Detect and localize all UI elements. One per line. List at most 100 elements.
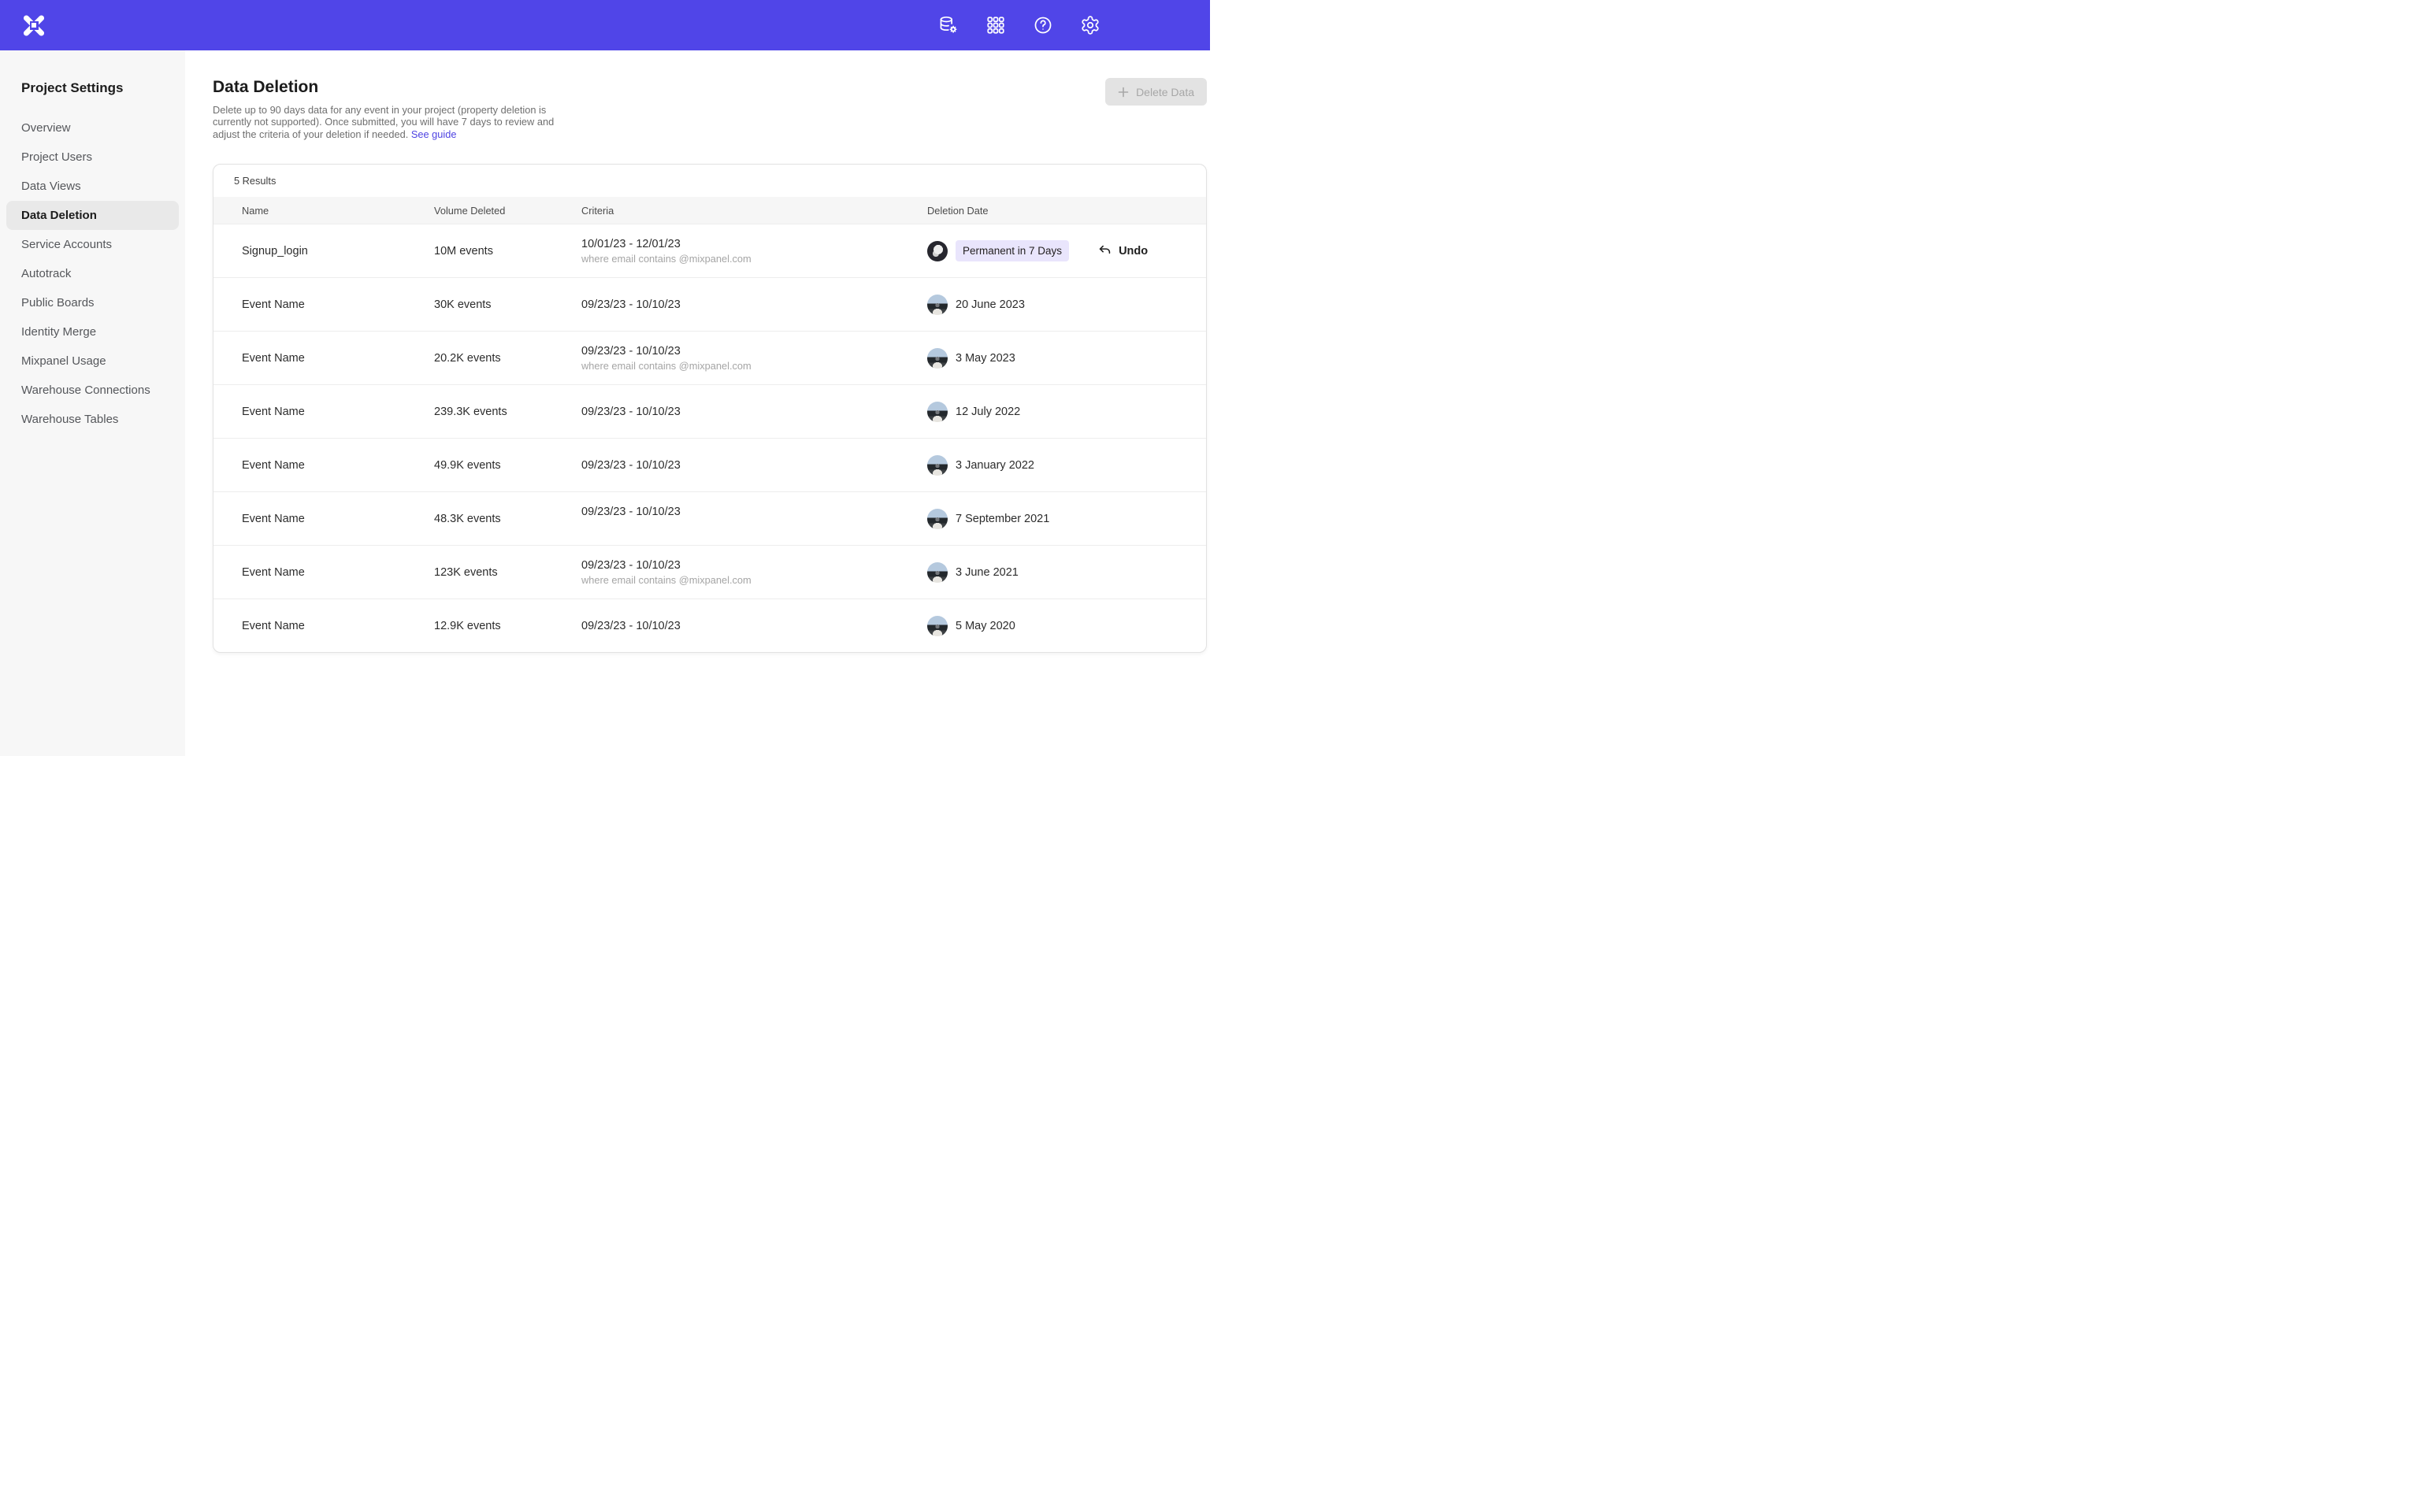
deletion-date-cell: 7 September 2021 bbox=[927, 509, 1206, 529]
criteria-range: 09/23/23 - 10/10/23 bbox=[581, 506, 918, 518]
undo-button[interactable]: Undo bbox=[1097, 243, 1148, 258]
column-header-deletion-date: Deletion Date bbox=[927, 205, 1206, 217]
name-cell: Event Name bbox=[242, 566, 434, 579]
table-body: Signup_login10M events10/01/23 - 12/01/2… bbox=[213, 224, 1206, 652]
criteria-cell: 09/23/23 - 10/10/23 bbox=[581, 506, 927, 532]
user-avatar bbox=[927, 455, 948, 476]
criteria-range: 10/01/23 - 12/01/23 bbox=[581, 238, 918, 250]
sidebar-item-data-views[interactable]: Data Views bbox=[6, 172, 179, 201]
criteria-filter: where email contains @mixpanel.com bbox=[581, 360, 918, 372]
undo-icon bbox=[1097, 243, 1112, 258]
deletion-date-cell: 5 May 2020 bbox=[927, 616, 1206, 636]
volume-cell: 30K events bbox=[434, 298, 581, 311]
delete-data-button[interactable]: Delete Data bbox=[1105, 78, 1207, 106]
table-row: Event Name49.9K events09/23/23 - 10/10/2… bbox=[213, 438, 1206, 491]
deletion-date: 3 May 2023 bbox=[956, 352, 1015, 365]
column-header-volume-deleted: Volume Deleted bbox=[434, 205, 581, 217]
results-card: 5 Results Name Volume Deleted Criteria D… bbox=[213, 164, 1207, 653]
volume-cell: 12.9K events bbox=[434, 620, 581, 632]
help-icon[interactable] bbox=[1033, 15, 1053, 35]
name-cell: Event Name bbox=[242, 620, 434, 632]
deletion-date: 3 January 2022 bbox=[956, 459, 1034, 472]
name-cell: Event Name bbox=[242, 459, 434, 472]
sidebar-item-warehouse-tables[interactable]: Warehouse Tables bbox=[6, 405, 179, 434]
table-row: Event Name20.2K events09/23/23 - 10/10/2… bbox=[213, 331, 1206, 384]
logo-square-inner bbox=[32, 23, 36, 28]
sidebar-nav: OverviewProject UsersData ViewsData Dele… bbox=[0, 113, 185, 434]
page-description: Delete up to 90 days data for any event … bbox=[213, 104, 561, 140]
sidebar-item-mixpanel-usage[interactable]: Mixpanel Usage bbox=[6, 346, 179, 376]
deletion-date: 3 June 2021 bbox=[956, 566, 1019, 579]
name-cell: Signup_login bbox=[242, 245, 434, 258]
see-guide-link[interactable]: See guide bbox=[411, 128, 457, 140]
deletion-date-cell: 20 June 2023 bbox=[927, 295, 1206, 315]
criteria-cell: 09/23/23 - 10/10/23 bbox=[581, 406, 927, 418]
sidebar-item-overview[interactable]: Overview bbox=[6, 113, 179, 143]
sidebar: Project Settings OverviewProject UsersDa… bbox=[0, 50, 185, 756]
criteria-range: 09/23/23 - 10/10/23 bbox=[581, 620, 918, 632]
deletion-date: 20 June 2023 bbox=[956, 298, 1025, 311]
apps-grid-icon[interactable] bbox=[985, 15, 1006, 35]
table-header: Name Volume Deleted Criteria Deletion Da… bbox=[213, 197, 1206, 224]
criteria-filter bbox=[581, 521, 918, 532]
deletion-date-cell: Permanent in 7 Days Undo bbox=[927, 240, 1206, 261]
volume-cell: 20.2K events bbox=[434, 352, 581, 365]
deletion-date: 12 July 2022 bbox=[956, 406, 1020, 418]
sidebar-item-public-boards[interactable]: Public Boards bbox=[6, 288, 179, 317]
user-avatar bbox=[927, 348, 948, 369]
user-avatar bbox=[927, 616, 948, 636]
deletion-date: 7 September 2021 bbox=[956, 513, 1049, 525]
permanent-badge: Permanent in 7 Days bbox=[956, 240, 1069, 261]
undo-label: Undo bbox=[1119, 245, 1148, 258]
deletion-date-cell: 12 July 2022 bbox=[927, 402, 1206, 422]
topbar-icons bbox=[938, 15, 1101, 35]
criteria-range: 09/23/23 - 10/10/23 bbox=[581, 406, 918, 418]
table-row: Event Name123K events09/23/23 - 10/10/23… bbox=[213, 545, 1206, 598]
criteria-range: 09/23/23 - 10/10/23 bbox=[581, 345, 918, 358]
sidebar-item-service-accounts[interactable]: Service Accounts bbox=[6, 230, 179, 259]
page-title: Data Deletion bbox=[213, 78, 561, 97]
criteria-range: 09/23/23 - 10/10/23 bbox=[581, 459, 918, 472]
plus-icon bbox=[1118, 87, 1129, 98]
sidebar-item-project-users[interactable]: Project Users bbox=[6, 143, 179, 172]
user-avatar bbox=[927, 241, 948, 261]
sidebar-item-identity-merge[interactable]: Identity Merge bbox=[6, 317, 179, 346]
sidebar-item-warehouse-connections[interactable]: Warehouse Connections bbox=[6, 376, 179, 405]
column-header-criteria: Criteria bbox=[581, 205, 927, 217]
deletion-date-cell: 3 June 2021 bbox=[927, 562, 1206, 583]
column-header-name: Name bbox=[242, 205, 434, 217]
data-management-icon[interactable] bbox=[938, 15, 959, 35]
criteria-filter: where email contains @mixpanel.com bbox=[581, 253, 918, 265]
volume-cell: 10M events bbox=[434, 245, 581, 258]
page-description-text: Delete up to 90 days data for any event … bbox=[213, 104, 554, 140]
user-avatar bbox=[927, 562, 948, 583]
criteria-range: 09/23/23 - 10/10/23 bbox=[581, 559, 918, 572]
volume-cell: 123K events bbox=[434, 566, 581, 579]
mixpanel-logo[interactable] bbox=[21, 13, 46, 38]
name-cell: Event Name bbox=[242, 513, 434, 525]
table-row: Event Name30K events09/23/23 - 10/10/23 2… bbox=[213, 277, 1206, 331]
criteria-cell: 09/23/23 - 10/10/23where email contains … bbox=[581, 559, 927, 586]
deletion-date: 5 May 2020 bbox=[956, 620, 1015, 632]
table-row: Signup_login10M events10/01/23 - 12/01/2… bbox=[213, 224, 1206, 277]
volume-cell: 48.3K events bbox=[434, 513, 581, 525]
sidebar-item-data-deletion[interactable]: Data Deletion bbox=[6, 201, 179, 230]
deletion-date-cell: 3 January 2022 bbox=[927, 455, 1206, 476]
results-count: 5 Results bbox=[213, 165, 1206, 197]
page-header: Data Deletion Delete up to 90 days data … bbox=[213, 78, 1207, 140]
name-cell: Event Name bbox=[242, 298, 434, 311]
criteria-cell: 09/23/23 - 10/10/23 where email contains … bbox=[581, 345, 927, 372]
criteria-cell: 09/23/23 - 10/10/23 bbox=[581, 298, 927, 311]
sidebar-title: Project Settings bbox=[21, 80, 185, 96]
criteria-cell: 10/01/23 - 12/01/23 where email contains … bbox=[581, 238, 927, 265]
main-content: Data Deletion Delete up to 90 days data … bbox=[185, 50, 1210, 756]
sidebar-item-autotrack[interactable]: Autotrack bbox=[6, 259, 179, 288]
topbar bbox=[0, 0, 1210, 50]
criteria-cell: 09/23/23 - 10/10/23 bbox=[581, 459, 927, 472]
deletion-date-cell: 3 May 2023 bbox=[927, 348, 1206, 369]
user-avatar bbox=[927, 509, 948, 529]
settings-icon[interactable] bbox=[1080, 15, 1101, 35]
table-row: Event Name12.9K events09/23/23 - 10/10/2… bbox=[213, 598, 1206, 652]
name-cell: Event Name bbox=[242, 352, 434, 365]
name-cell: Event Name bbox=[242, 406, 434, 418]
